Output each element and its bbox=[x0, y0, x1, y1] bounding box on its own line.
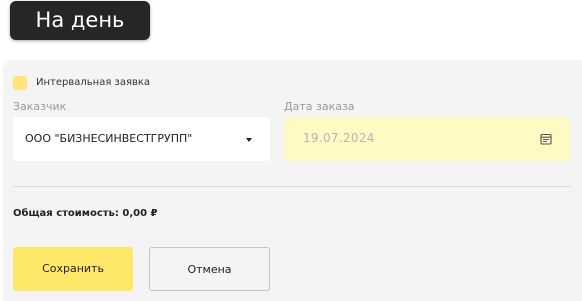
customer-select-value: ООО "БИЗНЕСИНВЕСТГРУПП" bbox=[25, 132, 193, 145]
order-date-field[interactable]: 19.07.2024 bbox=[284, 117, 570, 161]
order-date-value: 19.07.2024 bbox=[303, 131, 375, 145]
cancel-button[interactable]: Отмена bbox=[149, 247, 270, 291]
order-date-label: Дата заказа bbox=[284, 100, 355, 113]
customer-label: Заказчик bbox=[13, 100, 67, 113]
interval-order-checkbox[interactable] bbox=[13, 76, 27, 90]
calendar-icon[interactable] bbox=[540, 133, 552, 145]
customer-select[interactable]: ООО "БИЗНЕСИНВЕСТГРУПП" bbox=[13, 117, 270, 161]
total-cost: Общая стоимость: 0,00 ₽ bbox=[13, 208, 158, 219]
order-form-panel: Интервальная заявка Заказчик ООО "БИЗНЕС… bbox=[3, 60, 582, 301]
chevron-down-icon bbox=[246, 138, 252, 142]
tab-on-day[interactable]: На день bbox=[10, 1, 150, 40]
save-button[interactable]: Сохранить bbox=[13, 247, 133, 291]
divider bbox=[13, 186, 571, 187]
interval-order-label: Интервальная заявка bbox=[36, 77, 151, 88]
